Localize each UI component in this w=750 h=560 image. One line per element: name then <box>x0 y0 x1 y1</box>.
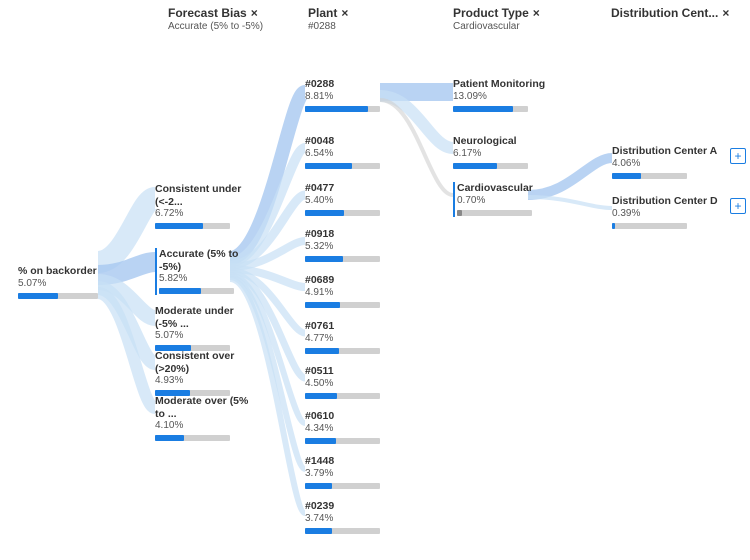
dist-center-close[interactable]: × <box>722 6 729 20</box>
dist-center-a[interactable]: Distribution Center A 4.06% <box>612 145 727 180</box>
plant-sub: #0288 <box>308 21 348 32</box>
plant-0477[interactable]: #0477 5.40% <box>305 182 395 217</box>
plant-close[interactable]: × <box>341 6 348 20</box>
product-patient-monitoring[interactable]: Patient Monitoring 13.09% <box>453 78 553 113</box>
forecast-moderate-under[interactable]: Moderate under (-5% ... 5.07% <box>155 305 250 352</box>
dist-center-d-plus[interactable]: + <box>730 198 746 214</box>
plant-title: Plant × <box>308 6 348 20</box>
plant-0689[interactable]: #0689 4.91% <box>305 274 395 309</box>
sankey-container: Forecast Bias × Accurate (5% to -5%) Pla… <box>0 0 750 560</box>
forecast-consistent-under[interactable]: Consistent under (<-2... 6.72% <box>155 183 250 230</box>
plant-0048[interactable]: #0048 6.54% <box>305 135 395 170</box>
plant-1448[interactable]: #1448 3.79% <box>305 455 395 490</box>
forecast-bias-sub: Accurate (5% to -5%) <box>168 21 263 32</box>
product-type-sub: Cardiovascular <box>453 21 540 32</box>
product-type-header: Product Type × Cardiovascular <box>453 6 540 32</box>
forecast-bias-close[interactable]: × <box>251 6 258 20</box>
plant-0288[interactable]: #0288 8.81% <box>305 78 395 113</box>
product-type-title: Product Type × <box>453 6 540 20</box>
dist-center-title: Distribution Cent... × <box>611 6 729 20</box>
forecast-bias-header: Forecast Bias × Accurate (5% to -5%) <box>168 6 263 32</box>
plant-0761[interactable]: #0761 4.77% <box>305 320 395 355</box>
plant-header: Plant × #0288 <box>308 6 348 32</box>
plant-0511[interactable]: #0511 4.50% <box>305 365 395 400</box>
dist-center-d[interactable]: Distribution Center D 0.39% <box>612 195 727 230</box>
forecast-accurate[interactable]: Accurate (5% to -5%) 5.82% <box>155 248 250 295</box>
plant-0239[interactable]: #0239 3.74% <box>305 500 395 535</box>
forecast-consistent-over[interactable]: Consistent over (>20%) 4.93% <box>155 350 250 397</box>
plant-0918[interactable]: #0918 5.32% <box>305 228 395 263</box>
dist-center-header: Distribution Cent... × <box>611 6 729 20</box>
forecast-bias-title: Forecast Bias × <box>168 6 263 20</box>
plant-0610[interactable]: #0610 4.34% <box>305 410 395 445</box>
root-node[interactable]: % on backorder 5.07% <box>18 265 108 300</box>
forecast-moderate-over[interactable]: Moderate over (5% to ... 4.10% <box>155 395 250 442</box>
dist-center-a-plus[interactable]: + <box>730 148 746 164</box>
product-neurological[interactable]: Neurological 6.17% <box>453 135 553 170</box>
product-cardiovascular[interactable]: Cardiovascular 0.70% <box>453 182 553 217</box>
product-type-close[interactable]: × <box>533 6 540 20</box>
